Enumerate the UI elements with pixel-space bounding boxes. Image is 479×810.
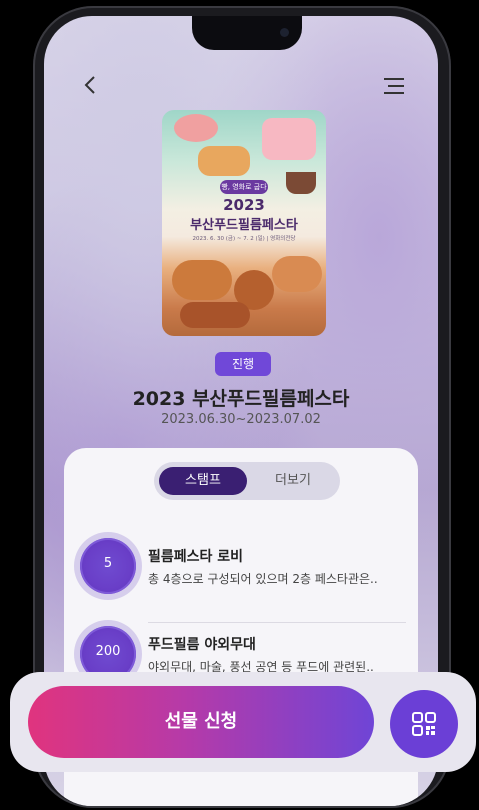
stamp-description: 총 4층으로 구성되어 있으며 2층 페스타관은.. — [148, 572, 378, 586]
poster-dates: 2023. 6. 30 (금) ~ 7. 2 (일) | 영화의전당 — [192, 236, 296, 242]
divider — [148, 622, 406, 623]
qr-button[interactable] — [390, 690, 458, 758]
menu-button[interactable] — [382, 76, 406, 96]
front-camera — [280, 28, 289, 37]
poster-year: 2023 — [223, 196, 265, 214]
poster-pancake — [198, 146, 250, 176]
poster-bread — [272, 256, 322, 292]
status-badge: 진행 — [215, 352, 271, 376]
tab-stamp[interactable]: 스탬프 — [159, 467, 247, 495]
poster-cake — [262, 118, 316, 160]
back-button[interactable] — [80, 74, 102, 96]
stamp-badge: 5 — [80, 538, 136, 594]
stamp-number: 5 — [103, 556, 113, 571]
stamp-title: 필름페스타 로비 — [148, 549, 244, 565]
gift-request-button[interactable]: 선물 신청 — [28, 686, 374, 758]
poster-bread — [180, 302, 250, 328]
stamp-number: 200 — [95, 644, 121, 659]
poster-macaron — [174, 114, 218, 142]
event-dates: 2023.06.30~2023.07.02 — [161, 412, 321, 427]
menu-icon — [384, 78, 404, 94]
poster-cup — [286, 172, 316, 194]
poster-title: 부산푸드필름페스타 — [190, 218, 298, 233]
chevron-left-icon — [84, 76, 95, 94]
tab-more[interactable]: 더보기 — [250, 467, 336, 495]
tab-switcher: 스탬프 더보기 — [154, 462, 340, 500]
event-title: 2023 부산푸드필름페스타 — [132, 388, 350, 410]
qr-code-icon — [412, 712, 436, 736]
stamp-title: 푸드필름 야외무대 — [148, 637, 256, 653]
poster-bread — [172, 260, 232, 300]
poster-tagline: 빵, 영화로 굽다 — [220, 180, 268, 194]
stamp-list-item[interactable]: 5 필름페스타 로비 총 4층으로 구성되어 있으며 2층 페스타관은.. — [80, 538, 406, 598]
event-poster: 빵, 영화로 굽다 2023 부산푸드필름페스타 2023. 6. 30 (금)… — [162, 110, 326, 336]
